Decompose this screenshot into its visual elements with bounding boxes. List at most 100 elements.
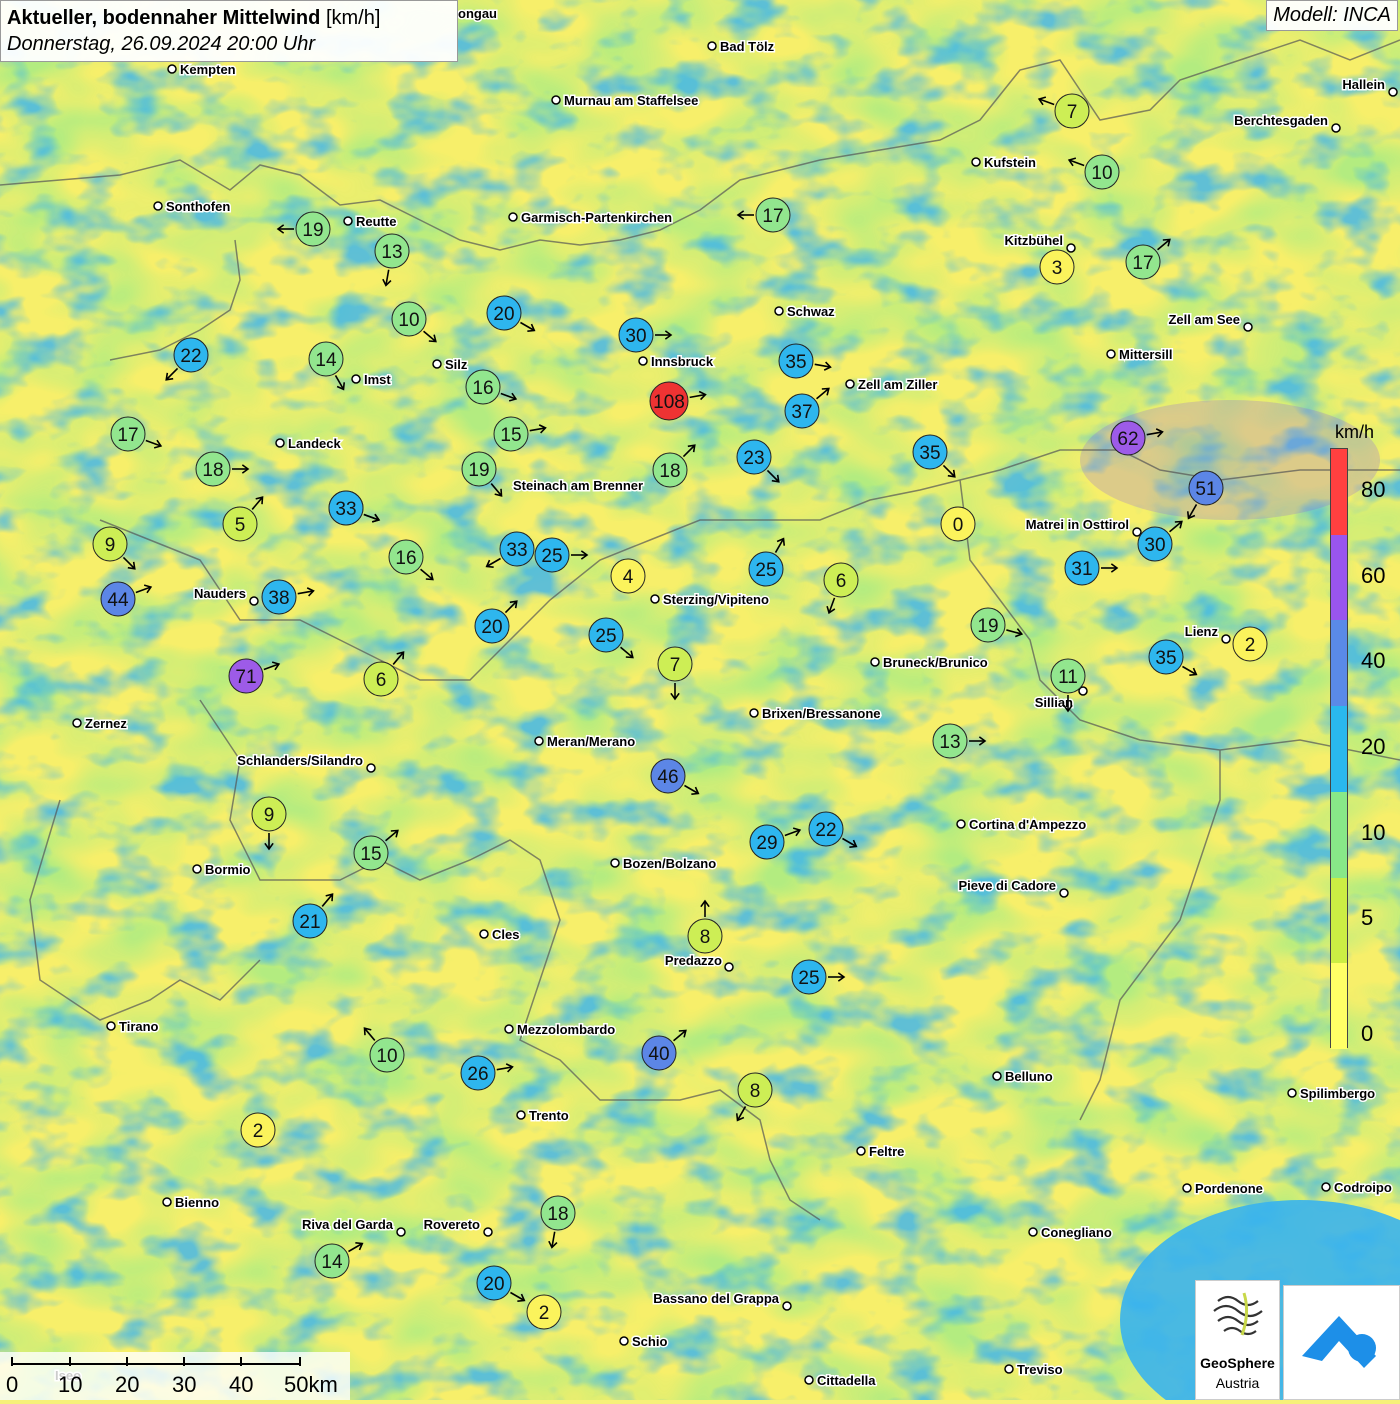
scale-label-10: 10 bbox=[58, 1372, 83, 1397]
wind-station[interactable]: 17 bbox=[110, 416, 163, 452]
station-value: 29 bbox=[756, 833, 777, 854]
wind-station[interactable]: 16 bbox=[388, 539, 434, 581]
city-dot bbox=[483, 1227, 493, 1237]
city-label: Steinach am Brenner bbox=[513, 478, 643, 493]
geosphere-logo[interactable]: GeoSphere Austria bbox=[1195, 1280, 1280, 1400]
wind-station[interactable]: 44 bbox=[100, 581, 153, 617]
wind-station[interactable]: 0 bbox=[940, 506, 976, 542]
wind-station[interactable]: 33 bbox=[328, 490, 381, 526]
wind-station[interactable]: 25 bbox=[791, 959, 846, 995]
wind-station[interactable]: 30 bbox=[1137, 520, 1183, 562]
city-dot bbox=[508, 212, 518, 222]
station-value: 51 bbox=[1195, 479, 1216, 500]
wind-station[interactable]: 4 bbox=[610, 558, 646, 594]
legend-tick-label: 80 bbox=[1361, 476, 1386, 502]
wind-station[interactable]: 8 bbox=[735, 1072, 773, 1122]
station-value: 33 bbox=[506, 540, 527, 561]
city-dot bbox=[774, 306, 784, 316]
wind-station[interactable]: 37 bbox=[784, 387, 830, 429]
city-marker: Meran/Merano bbox=[534, 733, 637, 751]
city-label: Garmisch-Partenkirchen bbox=[521, 210, 672, 225]
wind-station[interactable]: 29 bbox=[749, 824, 802, 860]
wind-station[interactable]: 17 bbox=[736, 197, 791, 233]
wind-station[interactable]: 18 bbox=[652, 444, 696, 488]
wind-station[interactable]: 10 bbox=[1067, 154, 1120, 190]
wind-station[interactable]: 2 bbox=[1232, 626, 1268, 662]
wind-station[interactable]: 19 bbox=[461, 451, 503, 497]
wind-station[interactable]: 108 bbox=[649, 381, 707, 421]
wind-station[interactable]: 20 bbox=[474, 600, 518, 644]
wind-station[interactable]: 20 bbox=[486, 295, 536, 333]
city-dot bbox=[650, 594, 660, 604]
wind-station[interactable]: 51 bbox=[1186, 470, 1224, 520]
wind-station[interactable]: 40 bbox=[641, 1029, 687, 1071]
wind-station[interactable]: 10 bbox=[391, 301, 437, 343]
wind-station[interactable]: 6 bbox=[823, 562, 859, 615]
wind-station[interactable]: 9 bbox=[251, 796, 287, 851]
city-label: Reutte bbox=[356, 214, 396, 229]
wind-station[interactable]: 13 bbox=[374, 233, 410, 287]
wind-station[interactable]: 35 bbox=[912, 434, 956, 478]
app-logo[interactable] bbox=[1283, 1285, 1400, 1400]
wind-station[interactable]: 38 bbox=[261, 579, 315, 615]
city-marker: Zernez bbox=[72, 715, 129, 733]
wind-station[interactable]: 8 bbox=[687, 899, 723, 954]
wind-station[interactable]: 22 bbox=[165, 337, 209, 381]
station-value: 19 bbox=[468, 460, 489, 481]
wind-station[interactable]: 2 bbox=[526, 1294, 562, 1330]
wind-station[interactable]: 71 bbox=[228, 658, 281, 694]
wind-station[interactable]: 2 bbox=[240, 1112, 276, 1148]
wind-station[interactable]: 16 bbox=[465, 369, 518, 405]
wind-station[interactable]: 33 bbox=[485, 531, 535, 569]
station-value: 10 bbox=[398, 310, 419, 331]
title-text: Aktueller, bodennaher Mittelwind bbox=[7, 7, 321, 29]
city-dot bbox=[1287, 1088, 1297, 1098]
wind-station[interactable]: 18 bbox=[540, 1195, 576, 1249]
wind-station[interactable]: 25 bbox=[534, 537, 589, 573]
wind-station[interactable]: 3 bbox=[1039, 249, 1075, 285]
wind-station[interactable]: 25 bbox=[748, 537, 786, 587]
station-value: 25 bbox=[595, 626, 616, 647]
wind-station[interactable]: 6 bbox=[363, 651, 405, 697]
wind-station[interactable]: 14 bbox=[308, 341, 346, 391]
wind-station[interactable]: 10 bbox=[363, 1027, 405, 1073]
station-value: 7 bbox=[670, 655, 681, 676]
wind-station[interactable]: 26 bbox=[460, 1055, 514, 1091]
wind-station[interactable]: 9 bbox=[92, 526, 136, 570]
city-label: Hallein bbox=[1342, 77, 1385, 92]
city-labels: Kempten Bad Tölz Murnau am Staffelsee Halle… bbox=[54, 5, 1398, 1390]
wind-station[interactable]: 7 bbox=[1037, 93, 1090, 129]
wind-station[interactable]: 30 bbox=[618, 317, 673, 353]
city-dot bbox=[153, 201, 163, 211]
wind-station[interactable]: 22 bbox=[808, 811, 858, 849]
city-label: Riva del Garda bbox=[302, 1217, 394, 1232]
wind-station[interactable]: 62 bbox=[1110, 420, 1164, 456]
wind-station[interactable]: 7 bbox=[657, 646, 693, 701]
wind-station[interactable]: 19 bbox=[970, 607, 1024, 643]
wind-station[interactable]: 14 bbox=[314, 1241, 364, 1279]
station-value: 18 bbox=[547, 1204, 568, 1225]
city-marker: Pordenone bbox=[1182, 1180, 1264, 1198]
wind-station[interactable]: 18 bbox=[195, 451, 250, 487]
wind-station[interactable]: 25 bbox=[588, 617, 634, 659]
wind-station[interactable]: 31 bbox=[1064, 550, 1119, 586]
wind-station[interactable]: 23 bbox=[736, 439, 780, 483]
city-marker: Nauders bbox=[192, 585, 259, 606]
wind-station[interactable]: 13 bbox=[932, 723, 987, 759]
wind-station[interactable]: 20 bbox=[476, 1265, 526, 1303]
wind-station[interactable]: 21 bbox=[292, 893, 334, 939]
wind-station[interactable]: 15 bbox=[493, 416, 547, 452]
wind-station[interactable]: 19 bbox=[276, 211, 331, 247]
wind-station[interactable]: 15 bbox=[353, 829, 399, 871]
station-value: 25 bbox=[755, 560, 776, 581]
scale-label-50: 50km bbox=[284, 1372, 338, 1397]
brand-sub: Austria bbox=[1215, 1375, 1260, 1391]
city-label: Cortina d'Ampezzo bbox=[969, 817, 1086, 832]
city-dot bbox=[432, 359, 442, 369]
wind-station[interactable]: 35 bbox=[778, 343, 832, 379]
wind-station[interactable]: 46 bbox=[650, 758, 700, 796]
wind-station[interactable]: 35 bbox=[1148, 639, 1198, 677]
wind-station[interactable]: 17 bbox=[1125, 238, 1171, 280]
station-value: 20 bbox=[481, 617, 502, 638]
wind-station[interactable]: 5 bbox=[222, 496, 264, 542]
